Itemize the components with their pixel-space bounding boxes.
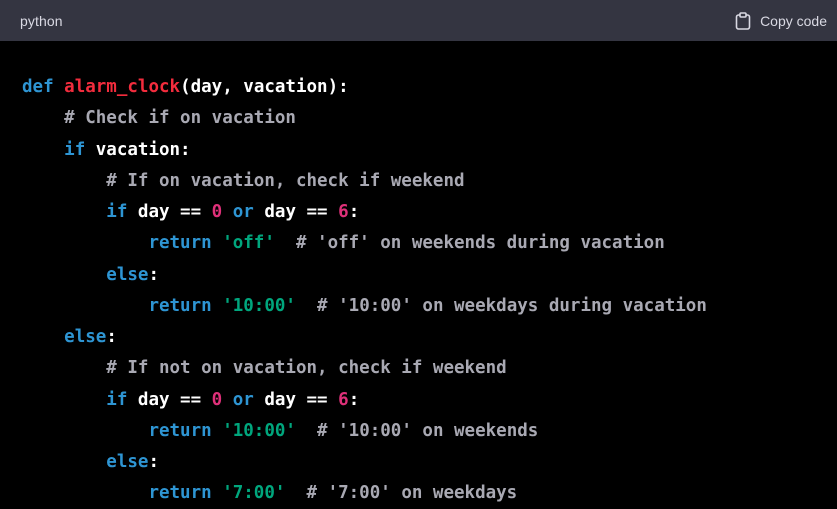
code-token: # '10:00' on weekends [317,420,539,441]
code-token: day == [253,389,339,410]
code-token: if [106,389,128,410]
code-token: # '10:00' on weekdays during vacation [317,295,707,316]
code-token: '7:00' [222,483,286,504]
copy-code-label: Copy code [760,12,827,29]
code-token: : [148,452,159,472]
copy-code-button[interactable]: Copy code [734,11,827,30]
code-line: return 'off' # 'off' on weekends during … [22,228,837,259]
code-token: or [232,389,254,410]
code-line: def alarm_clock(day, vacation): [22,72,837,103]
code-token: if [64,139,86,160]
code-line: if vacation: [22,135,837,166]
code-line: else: [22,322,837,353]
code-token: 6 [338,389,349,410]
code-token: # '7:00' on weekdays [306,483,518,504]
clipboard-icon [734,11,752,30]
code-block: python Copy code def alarm_clock(day, va… [0,0,837,509]
code-line: if day == 0 or day == 6: [22,385,837,416]
code-token: else [64,327,107,347]
code-line: else: [22,447,837,478]
code-content[interactable]: def alarm_clock(day, vacation): # Check … [0,41,837,509]
code-token: else [106,452,149,472]
code-token: else [106,264,149,285]
code-token: day == [127,202,212,222]
code-token: (day, vacation): [180,77,349,97]
code-token: : [148,264,159,285]
code-token: return [148,295,212,316]
code-token: 0 [211,202,223,222]
code-token: 6 [338,202,349,222]
code-token: def [22,77,54,97]
code-line: return '10:00' # '10:00' on weekdays dur… [22,291,837,322]
language-label: python [20,12,63,29]
code-line: # If on vacation, check if weekend [22,166,837,197]
code-token: return [148,420,212,441]
code-token: '10:00' [222,295,296,316]
code-token: return [148,233,212,254]
code-token: 'off' [222,233,275,254]
code-token: return [148,483,212,504]
code-token: # If not on vacation, check if weekend [106,358,507,379]
code-token: if [106,202,128,222]
code-line: # If not on vacation, check if weekend [22,353,837,384]
code-token: # Check if on vacation [64,108,296,129]
code-token: : [106,327,117,347]
code-line: # Check if on vacation [22,103,837,134]
code-line: return '10:00' # '10:00' on weekends [22,416,837,447]
code-header: python Copy code [0,0,837,41]
code-token: # 'off' on weekends during vacation [295,233,665,254]
code-token: '10:00' [222,420,296,441]
code-token: : [348,389,360,410]
code-line: return '7:00' # '7:00' on weekdays [22,478,837,509]
code-line: if day == 0 or day == 6: [22,197,837,228]
code-line: else: [22,260,837,291]
code-token: vacation: [85,139,191,160]
code-token: day == [127,389,212,410]
code-token: or [232,202,254,222]
code-token: : [348,202,360,222]
code-token: # If on vacation, check if weekend [106,170,465,191]
code-token: alarm_clock [64,77,181,97]
code-token: day == [253,202,339,222]
code-token: 0 [211,389,223,410]
